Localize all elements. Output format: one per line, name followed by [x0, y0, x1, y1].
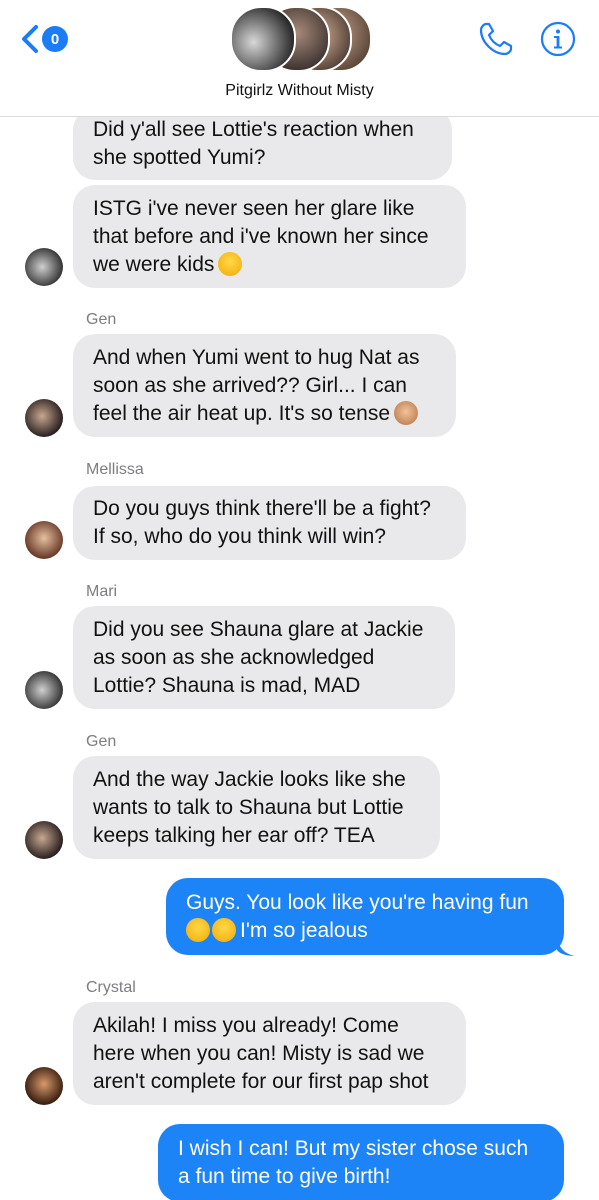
- message-bubble-incoming[interactable]: Akilah! I miss you already! Come here wh…: [73, 1002, 466, 1105]
- message-bubble-outgoing[interactable]: Guys. You look like you're having fun I'…: [166, 878, 564, 955]
- unread-count-badge: 0: [42, 26, 68, 52]
- avatar[interactable]: [25, 821, 63, 859]
- see-no-evil-monkey-icon: [394, 400, 419, 425]
- group-avatar-1: [230, 6, 296, 72]
- message-bubble-outgoing[interactable]: I wish I can! But my sister chose such a…: [158, 1124, 564, 1200]
- message-bubble-incoming[interactable]: And when Yumi went to hug Nat as soon as…: [73, 334, 456, 437]
- sender-name: Mellissa: [86, 461, 144, 478]
- message-bubble-incoming[interactable]: And the way Jackie looks like she wants …: [73, 756, 440, 859]
- avatar[interactable]: [25, 1067, 63, 1105]
- avatar[interactable]: [25, 521, 63, 559]
- crying-emoji-icon: [212, 917, 236, 942]
- avatar[interactable]: [25, 399, 63, 437]
- message-bubble-incoming[interactable]: Do you guys think there'll be a fight? I…: [73, 486, 466, 560]
- avatar[interactable]: [25, 671, 63, 709]
- message-thread[interactable]: Did y'all see Lottie's reaction when she…: [0, 116, 599, 1200]
- message-bubble-incoming[interactable]: Did y'all see Lottie's reaction when she…: [73, 116, 452, 180]
- avatar[interactable]: [25, 248, 63, 286]
- sender-name: Gen: [86, 733, 117, 750]
- group-title[interactable]: Pitgirlz Without Misty: [0, 82, 599, 100]
- message-bubble-incoming[interactable]: ISTG i've never seen her glare like that…: [73, 185, 466, 288]
- back-chevron-icon: [22, 25, 38, 53]
- bubble-tail: [557, 938, 575, 956]
- sender-name: Gen: [86, 311, 117, 328]
- group-avatar-stack[interactable]: [230, 6, 372, 72]
- crying-emoji-icon: [186, 917, 210, 942]
- phone-icon[interactable]: [477, 20, 515, 58]
- message-bubble-incoming[interactable]: Did you see Shauna glare at Jackie as so…: [73, 606, 455, 709]
- sender-name: Mari: [86, 583, 118, 600]
- crying-emoji-icon: [218, 251, 243, 276]
- conversation-header: 0 Pitgirlz Without Misty: [0, 0, 599, 117]
- back-button[interactable]: 0: [20, 24, 68, 54]
- sender-name: Crystal: [86, 979, 136, 996]
- info-icon[interactable]: [539, 20, 577, 58]
